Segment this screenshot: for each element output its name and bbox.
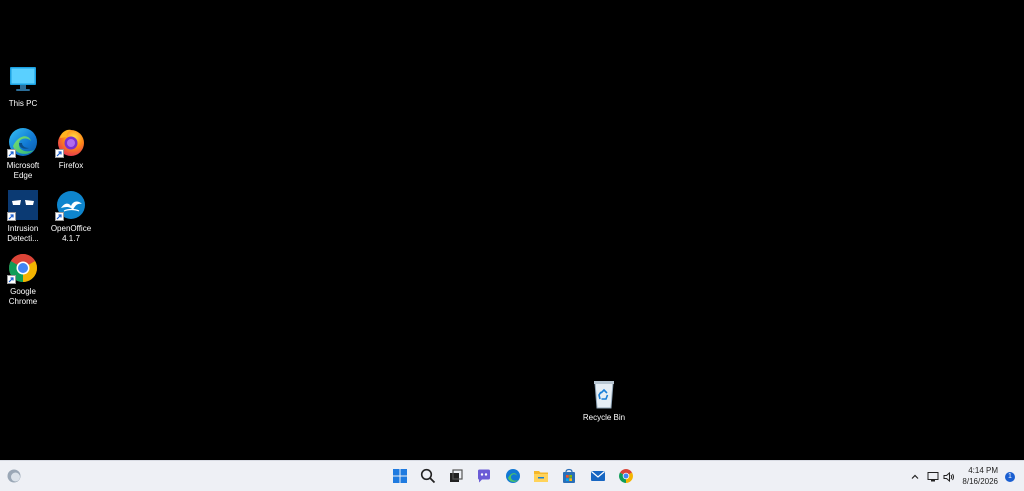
chevron-up-icon (911, 474, 919, 479)
chat-button[interactable] (473, 465, 495, 487)
edge-icon (506, 469, 520, 483)
start-button[interactable] (389, 465, 411, 487)
desktop-icon-openoffice[interactable]: OpenOffice 4.1.7 (48, 189, 94, 244)
store-icon (563, 468, 575, 483)
desktop-icon-firefox[interactable]: Firefox (48, 126, 94, 171)
desktop-icon-label: Firefox (58, 161, 84, 170)
network-icon (927, 471, 939, 481)
desktop-icon-microsoft-edge[interactable]: Microsoft Edge (0, 126, 46, 181)
weather-widget-icon (7, 469, 21, 483)
store-button[interactable] (558, 465, 580, 487)
monitor-icon (7, 64, 39, 96)
desktop-icon-label: Google Chrome (8, 287, 38, 306)
openoffice-icon (55, 189, 87, 221)
desktop[interactable]: This PC Microsoft Edge Firefox Intrusion… (0, 0, 1024, 460)
task-view-icon (450, 469, 463, 482)
shortcut-arrow-icon (7, 275, 16, 284)
mail-icon (591, 471, 605, 481)
network-button[interactable] (925, 461, 941, 491)
desktop-icon-recycle-bin[interactable]: Recycle Bin (581, 378, 627, 423)
windows-logo-icon (393, 469, 407, 483)
chrome-button[interactable] (615, 465, 637, 487)
chrome-icon (7, 252, 39, 284)
desktop-icon-google-chrome[interactable]: Google Chrome (0, 252, 46, 307)
weather-widget-button[interactable] (3, 465, 25, 487)
desktop-icon-label: Microsoft Edge (6, 161, 40, 180)
recycle-bin-icon (588, 378, 620, 410)
file-explorer-button[interactable] (530, 465, 552, 487)
shortcut-arrow-icon (55, 212, 64, 221)
desktop-icon-label: Intrusion Detecti... (7, 224, 39, 243)
clock-time: 4:14 PM (968, 466, 998, 475)
notification-badge[interactable]: 1 (1005, 472, 1015, 482)
intrusion-detection-icon (7, 189, 39, 221)
clock[interactable]: 4:14 PM 8/16/2026 (948, 465, 998, 487)
edge-icon (7, 126, 39, 158)
desktop-icon-label: This PC (8, 99, 38, 108)
chrome-icon (619, 469, 633, 483)
clock-date: 8/16/2026 (962, 477, 998, 486)
firefox-icon (55, 126, 87, 158)
mail-button[interactable] (587, 465, 609, 487)
search-button[interactable] (417, 465, 439, 487)
shortcut-arrow-icon (7, 149, 16, 158)
chat-icon (478, 469, 490, 483)
search-icon (420, 468, 436, 484)
desktop-icon-intrusion-detection[interactable]: Intrusion Detecti... (0, 189, 46, 244)
shortcut-arrow-icon (55, 149, 64, 158)
taskbar: 4:14 PM 8/16/2026 1 (0, 460, 1024, 491)
edge-button[interactable] (502, 465, 524, 487)
shortcut-arrow-icon (7, 212, 16, 221)
desktop-icon-label: OpenOffice 4.1.7 (50, 224, 92, 243)
desktop-icon-label: Recycle Bin (582, 413, 626, 422)
desktop-icon-this-pc[interactable]: This PC (0, 64, 46, 109)
show-hidden-icons-button[interactable] (906, 461, 924, 491)
folder-icon (534, 471, 548, 482)
task-view-button[interactable] (445, 465, 467, 487)
